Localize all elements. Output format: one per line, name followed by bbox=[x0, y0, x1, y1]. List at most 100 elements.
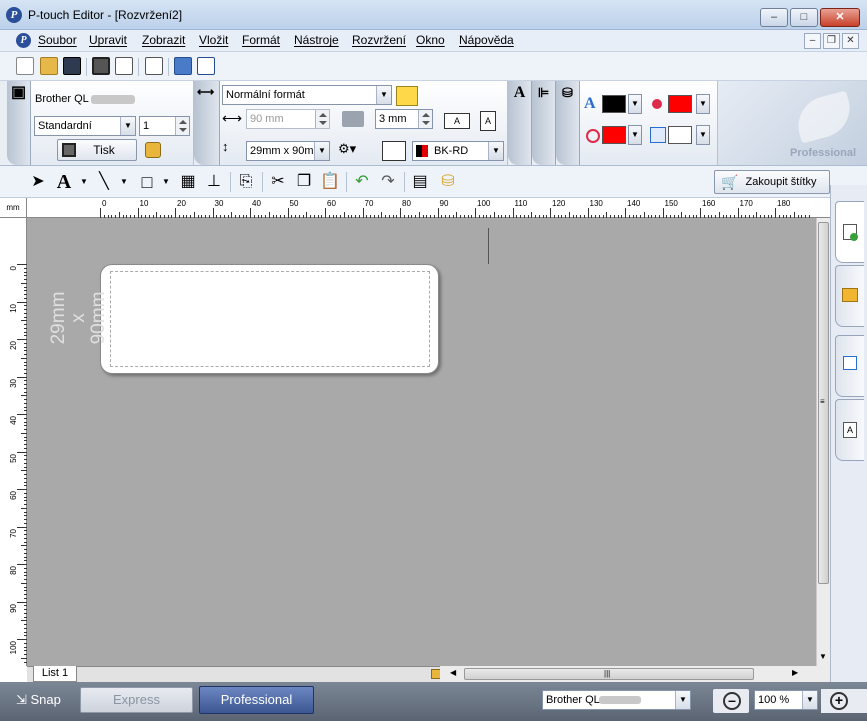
new-file-icon[interactable] bbox=[16, 57, 34, 75]
fill-color-dropdown[interactable]: ▼ bbox=[696, 94, 710, 114]
tape-color-swatch bbox=[416, 145, 428, 157]
shadow-color-dropdown[interactable]: ▼ bbox=[696, 125, 710, 145]
mdi-minimize-button[interactable]: – bbox=[804, 33, 821, 49]
copies-stepper[interactable]: 1 bbox=[139, 116, 190, 136]
transfer-icon[interactable] bbox=[174, 57, 192, 75]
printer-settings-icon[interactable] bbox=[145, 142, 161, 158]
ruler-tick bbox=[250, 208, 251, 218]
line-tool-icon[interactable]: ╲ bbox=[94, 172, 114, 192]
print-button[interactable]: Tisk bbox=[57, 139, 137, 161]
text-tool-icon[interactable]: A bbox=[54, 172, 74, 192]
horizontal-scrollbar[interactable]: ◀ ||| ▶ bbox=[440, 666, 830, 682]
menu-vlozit[interactable]: Vložit bbox=[199, 33, 228, 47]
undo-icon[interactable]: ↶ bbox=[352, 172, 372, 192]
tape-size-select[interactable]: 29mm x 90m ▼ bbox=[246, 141, 330, 161]
scroll-right-arrow-icon[interactable]: ▶ bbox=[792, 668, 798, 677]
vertical-ruler: 0 10 20 30 40 50 60 70 80 90 100 bbox=[0, 218, 27, 666]
chevron-down-icon: ▼ bbox=[488, 142, 503, 160]
maximize-button[interactable]: □ bbox=[790, 8, 818, 27]
clipart-icon bbox=[842, 288, 858, 302]
ruler-label: 100 bbox=[9, 641, 18, 655]
menu-nastroje[interactable]: Nástroje bbox=[294, 33, 339, 47]
spell-check-icon[interactable] bbox=[145, 57, 163, 75]
rectangle-tool-icon[interactable]: □ bbox=[136, 172, 158, 192]
menu-rozvrzeni[interactable]: Rozvržení bbox=[352, 33, 406, 47]
line-color-dropdown[interactable]: ▼ bbox=[628, 125, 642, 145]
side-tab-properties[interactable] bbox=[835, 201, 864, 263]
layout-panel-tab[interactable]: ⟷ bbox=[194, 81, 220, 165]
menu-napoveda[interactable]: Nápověda bbox=[459, 33, 514, 47]
scroll-down-arrow-icon[interactable]: ▼ bbox=[819, 652, 827, 661]
label-printable-area[interactable] bbox=[110, 271, 430, 367]
spin-icon[interactable] bbox=[418, 110, 432, 128]
cut-options-icon[interactable]: ⚙▾ bbox=[338, 141, 368, 159]
arrange-panel-tab[interactable]: ⊫ bbox=[532, 81, 556, 165]
print-icon[interactable] bbox=[92, 57, 110, 75]
text-orientation-horizontal-icon[interactable]: A bbox=[444, 113, 470, 129]
sheet-tab-list1[interactable]: List 1 bbox=[33, 666, 77, 682]
length-field[interactable]: 90 mm bbox=[246, 109, 330, 129]
format-value: Normální formát bbox=[226, 89, 305, 101]
scroll-left-arrow-icon[interactable]: ◀ bbox=[450, 668, 456, 677]
label-object[interactable] bbox=[100, 264, 439, 374]
properties-icon[interactable]: ▤ bbox=[410, 172, 430, 192]
copy-icon[interactable]: ❐ bbox=[294, 172, 314, 192]
open-folder-icon[interactable] bbox=[40, 57, 58, 75]
menu-soubor[interactable]: Soubor bbox=[38, 33, 77, 47]
minimize-button[interactable]: – bbox=[760, 8, 788, 27]
menu-okno[interactable]: Okno bbox=[416, 33, 445, 47]
side-tab-clipart[interactable] bbox=[835, 265, 864, 327]
frame-icon[interactable] bbox=[382, 141, 406, 161]
text-tool-dropdown-icon[interactable]: ▼ bbox=[78, 172, 90, 192]
menu-format[interactable]: Formát bbox=[242, 33, 280, 47]
zoom-out-icon[interactable]: – bbox=[723, 692, 741, 710]
table-tool-icon[interactable]: ▦ bbox=[178, 172, 198, 192]
cut-icon[interactable]: ✂ bbox=[268, 172, 288, 192]
printer-panel-tab[interactable]: ▣ bbox=[7, 81, 31, 165]
tape-color-select[interactable]: BK-RD ▼ bbox=[412, 141, 504, 161]
spin-icon[interactable] bbox=[315, 110, 329, 128]
rectangle-tool-dropdown-icon[interactable]: ▼ bbox=[160, 172, 172, 192]
tape-highlight-icon[interactable] bbox=[396, 86, 418, 106]
format-select[interactable]: Normální formát ▼ bbox=[222, 85, 392, 105]
text-color-dropdown[interactable]: ▼ bbox=[628, 94, 642, 114]
layout-properties-icon[interactable]: ⎘ bbox=[236, 172, 256, 192]
buy-labels-button[interactable]: 🛒 Zakoupit štítky bbox=[714, 170, 830, 194]
text-color-swatch[interactable] bbox=[602, 95, 626, 113]
professional-mode-button[interactable]: Professional bbox=[199, 686, 314, 714]
close-button[interactable]: ✕ bbox=[820, 8, 860, 27]
line-color-swatch[interactable] bbox=[602, 126, 626, 144]
express-mode-button[interactable]: Express bbox=[80, 687, 193, 713]
database-link-icon[interactable]: ⊥ bbox=[204, 172, 224, 192]
chevron-down-icon: ▼ bbox=[376, 86, 391, 104]
zoom-select[interactable]: 100 % ▼ bbox=[754, 690, 818, 710]
color-panel-tab[interactable]: ⛁ bbox=[556, 81, 580, 165]
spin-icon[interactable] bbox=[175, 117, 189, 135]
paste-icon[interactable]: 📋 bbox=[320, 172, 340, 192]
redo-icon[interactable]: ↷ bbox=[378, 172, 398, 192]
select-arrow-icon[interactable]: ➤ bbox=[28, 172, 48, 192]
ruler-label: 120 bbox=[552, 199, 566, 208]
mdi-close-button[interactable]: ✕ bbox=[842, 33, 859, 49]
line-tool-dropdown-icon[interactable]: ▼ bbox=[118, 172, 130, 192]
menu-upravit[interactable]: Upravit bbox=[89, 33, 127, 47]
save-icon[interactable] bbox=[63, 57, 81, 75]
shadow-color-swatch[interactable] bbox=[668, 126, 692, 144]
text-orientation-vertical-icon[interactable]: A bbox=[480, 111, 496, 131]
mdi-restore-button[interactable]: ❐ bbox=[823, 33, 840, 49]
snap-toggle[interactable]: ⇲ Snap bbox=[16, 692, 61, 708]
print-preview-icon[interactable] bbox=[115, 57, 133, 75]
zoom-in-icon[interactable]: + bbox=[830, 692, 848, 710]
vertical-scrollbar[interactable]: ≡ ▼ bbox=[816, 218, 830, 666]
send-to-printer-icon[interactable] bbox=[197, 57, 215, 75]
printer-select[interactable]: Brother QL ▼ bbox=[542, 690, 691, 710]
text-panel-tab[interactable]: A bbox=[508, 81, 532, 165]
side-tab-text[interactable]: A bbox=[835, 399, 864, 461]
fill-color-swatch[interactable] bbox=[668, 95, 692, 113]
print-mode-select[interactable]: Standardní ▼ bbox=[34, 116, 136, 136]
document-icon[interactable]: P bbox=[16, 33, 31, 48]
margin-field[interactable]: 3 mm bbox=[375, 109, 433, 129]
menu-zobrazit[interactable]: Zobrazit bbox=[142, 33, 185, 47]
side-tab-objects[interactable] bbox=[835, 335, 864, 397]
database-icon[interactable]: ⛁ bbox=[438, 172, 458, 192]
